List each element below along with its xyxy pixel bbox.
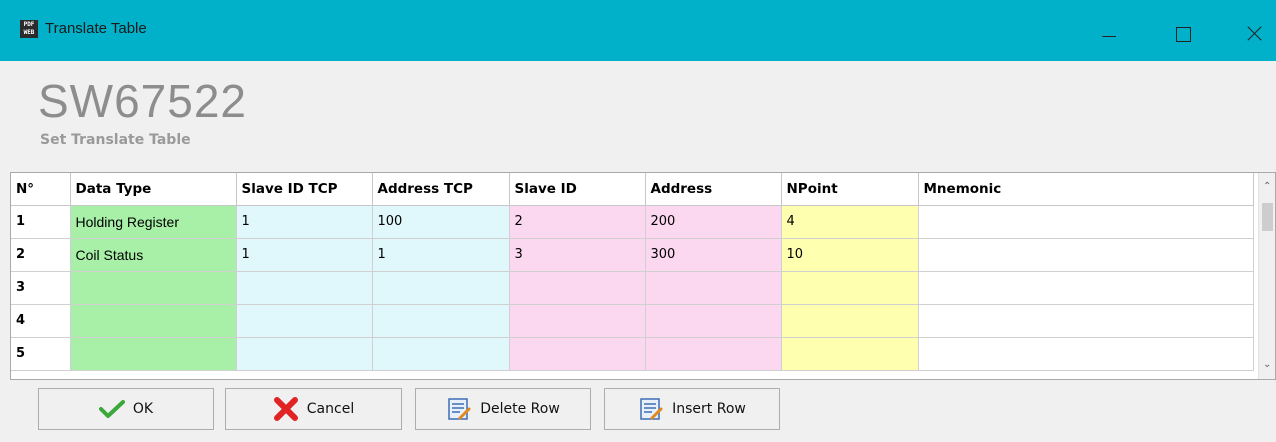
ok-button[interactable]: OK <box>38 388 214 430</box>
npoint-cell[interactable] <box>781 337 919 371</box>
slave-id-cell[interactable] <box>509 337 646 371</box>
address-tcp-cell[interactable] <box>372 304 510 338</box>
row-number: 1 <box>11 205 71 239</box>
col-slave-id[interactable]: Slave ID <box>509 173 646 206</box>
vertical-scrollbar[interactable]: ⌃ ⌄ <box>1258 173 1275 379</box>
npoint-cell[interactable]: 10 <box>781 238 919 272</box>
mnemonic-cell[interactable] <box>918 271 1254 305</box>
slave-id-tcp-cell[interactable]: 1 <box>236 205 373 239</box>
row-number: 2 <box>11 238 71 272</box>
scroll-down-icon[interactable]: ⌄ <box>1263 359 1271 370</box>
npoint-cell[interactable] <box>781 271 919 305</box>
col-npoint[interactable]: NPoint <box>781 173 919 206</box>
table-row[interactable]: 2 Coil Status 1 1 3 300 10 <box>11 238 1254 272</box>
cross-icon <box>273 397 298 421</box>
address-cell[interactable] <box>645 337 782 371</box>
address-tcp-cell[interactable]: 1 <box>372 238 510 272</box>
address-cell[interactable]: 300 <box>645 238 782 272</box>
app-icon: PDF WEB <box>20 20 38 38</box>
data-type-cell[interactable] <box>70 304 237 338</box>
npoint-cell[interactable]: 4 <box>781 205 919 239</box>
insert-row-icon <box>640 398 663 420</box>
mnemonic-cell[interactable] <box>918 205 1254 239</box>
slave-id-tcp-cell[interactable] <box>236 337 373 371</box>
delete-row-icon <box>448 398 471 420</box>
address-cell[interactable]: 200 <box>645 205 782 239</box>
mnemonic-cell[interactable] <box>918 337 1254 371</box>
col-number[interactable]: N° <box>11 173 71 206</box>
cancel-button[interactable]: Cancel <box>225 388 402 430</box>
col-mnemonic[interactable]: Mnemonic <box>918 173 1254 206</box>
mnemonic-cell[interactable] <box>918 304 1254 338</box>
data-type-cell[interactable] <box>70 271 237 305</box>
col-data-type[interactable]: Data Type <box>70 173 237 206</box>
address-cell[interactable] <box>645 271 782 305</box>
table-row[interactable]: 3 <box>11 271 1254 305</box>
table-header: N° Data Type Slave ID TCP Address TCP Sl… <box>11 173 1254 206</box>
slave-id-cell[interactable]: 2 <box>509 205 646 239</box>
checkmark-icon <box>98 400 125 418</box>
slave-id-tcp-cell[interactable]: 1 <box>236 238 373 272</box>
address-tcp-cell[interactable] <box>372 337 510 371</box>
slave-id-cell[interactable] <box>509 304 646 338</box>
product-title: SW67522 <box>38 75 248 127</box>
title-bar: PDF WEB Translate Table <box>0 0 1276 61</box>
close-icon[interactable] <box>1230 10 1276 50</box>
col-address[interactable]: Address <box>645 173 782 206</box>
col-slave-id-tcp[interactable]: Slave ID TCP <box>236 173 373 206</box>
row-number: 5 <box>11 337 71 371</box>
address-tcp-cell[interactable]: 100 <box>372 205 510 239</box>
slave-id-cell[interactable]: 3 <box>509 238 646 272</box>
table-row[interactable]: 1 Holding Register 1 100 2 200 4 <box>11 205 1254 239</box>
maximize-icon[interactable] <box>1160 10 1206 50</box>
table-row[interactable]: 5 <box>11 337 1254 371</box>
scroll-up-icon[interactable]: ⌃ <box>1263 181 1271 192</box>
row-number: 4 <box>11 304 71 338</box>
data-type-cell[interactable]: Holding Register <box>70 205 237 239</box>
mnemonic-cell[interactable] <box>918 238 1254 272</box>
insert-row-button[interactable]: Insert Row <box>604 388 780 430</box>
address-cell[interactable] <box>645 304 782 338</box>
page-subtitle: Set Translate Table <box>40 132 191 148</box>
delete-row-label: Delete Row <box>480 401 560 417</box>
delete-row-button[interactable]: Delete Row <box>415 388 591 430</box>
col-address-tcp[interactable]: Address TCP <box>372 173 510 206</box>
slave-id-tcp-cell[interactable] <box>236 304 373 338</box>
slave-id-tcp-cell[interactable] <box>236 271 373 305</box>
ok-label: OK <box>132 401 154 417</box>
scroll-thumb[interactable] <box>1262 203 1273 231</box>
data-type-cell[interactable] <box>70 337 237 371</box>
cancel-label: Cancel <box>306 401 355 417</box>
minimize-icon[interactable] <box>1086 10 1132 50</box>
translate-table[interactable]: N° Data Type Slave ID TCP Address TCP Sl… <box>10 172 1276 380</box>
address-tcp-cell[interactable] <box>372 271 510 305</box>
insert-row-label: Insert Row <box>672 401 746 417</box>
table-row[interactable]: 4 <box>11 304 1254 338</box>
data-type-cell[interactable]: Coil Status <box>70 238 237 272</box>
row-number: 3 <box>11 271 71 305</box>
slave-id-cell[interactable] <box>509 271 646 305</box>
window-title: Translate Table <box>45 20 147 37</box>
npoint-cell[interactable] <box>781 304 919 338</box>
